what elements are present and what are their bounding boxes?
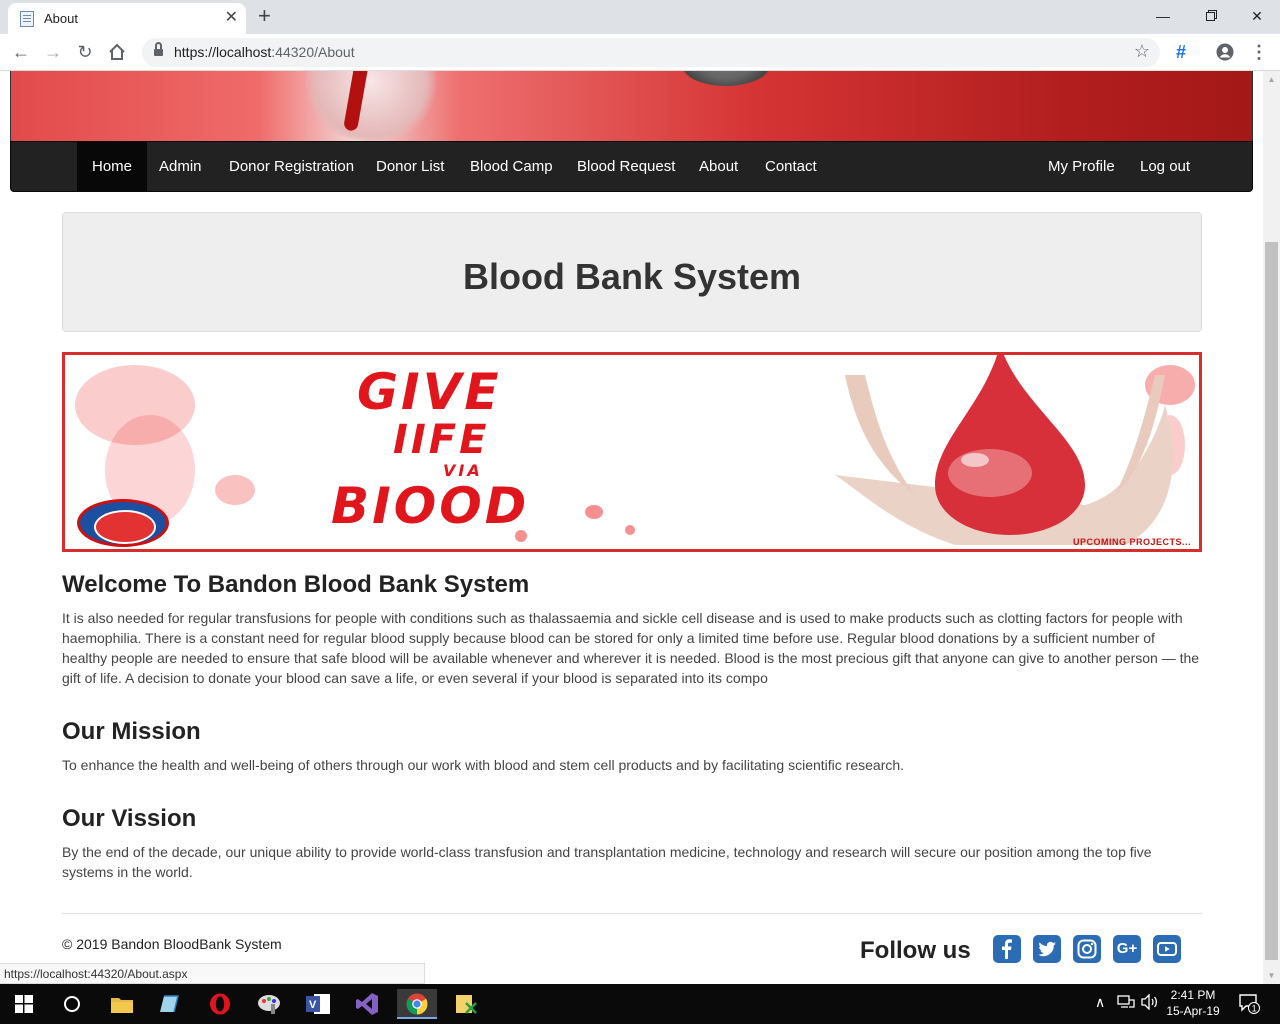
visual-studio-icon[interactable] (347, 989, 387, 1019)
browser-tabbar: About ✕ + — ✕ (0, 0, 1280, 34)
browser-tab[interactable]: About ✕ (8, 3, 246, 34)
notepad-app-icon[interactable] (151, 989, 191, 1019)
copyright-text: © 2019 Bandon BloodBank System (62, 936, 282, 952)
nav-my-profile[interactable]: My Profile (1033, 142, 1130, 191)
hero-hand-shape (301, 71, 441, 141)
visio-app-icon[interactable]: V (298, 989, 338, 1019)
chrome-browser-icon[interactable] (397, 989, 437, 1019)
scroll-thumb[interactable] (1265, 242, 1278, 960)
forward-icon[interactable]: → (42, 41, 64, 63)
main-navbar: Home Admin Donor Registration Donor List… (10, 141, 1253, 192)
close-window-icon[interactable]: ✕ (1234, 3, 1280, 29)
task-scheduler-icon[interactable] (446, 989, 486, 1019)
instagram-icon[interactable] (1073, 935, 1101, 963)
welcome-text: It is also needed for regular transfusio… (62, 610, 1200, 686)
bookmark-star-icon[interactable]: ☆ (1134, 41, 1150, 62)
welcome-heading: Welcome To Bandon Blood Bank System (62, 571, 530, 598)
show-hidden-icons-icon[interactable]: ∧ (1095, 994, 1105, 1011)
page-viewport: Home Admin Donor Registration Donor List… (0, 71, 1263, 984)
home-icon[interactable] (106, 41, 128, 63)
nav-about[interactable]: About (684, 142, 753, 191)
windows-taskbar: V ∧ 2:41 PM 15-Apr-19 1 (0, 984, 1280, 1024)
mission-heading: Our Mission (62, 718, 201, 745)
vision-heading: Our Vission (62, 805, 197, 832)
close-tab-icon[interactable]: ✕ (225, 8, 238, 28)
page-scrollbar[interactable]: ▲ ▼ (1263, 71, 1280, 984)
nav-blood-request[interactable]: Blood Request (562, 142, 690, 191)
jumbotron: Blood Bank System (62, 212, 1202, 332)
network-icon[interactable] (1117, 994, 1135, 1013)
windows-start-icon[interactable] (4, 989, 44, 1019)
opera-browser-icon[interactable] (200, 989, 240, 1019)
notification-count: 1 (1252, 1004, 1257, 1014)
extension-icon[interactable]: # (1170, 41, 1192, 63)
nav-log-out[interactable]: Log out (1125, 142, 1205, 191)
nav-admin[interactable]: Admin (144, 142, 217, 191)
banner-text-life: IIFE (393, 417, 490, 463)
address-toolbar: ← → ↻ https://localhost:44320/About ☆ # … (0, 34, 1280, 71)
trust-emblem-logo (77, 499, 169, 547)
paint-app-icon[interactable] (249, 989, 289, 1019)
vision-text: By the end of the decade, our unique abi… (62, 844, 1152, 880)
page-favicon-icon (20, 11, 34, 27)
mission-text: To enhance the health and well-being of … (62, 757, 905, 773)
vision-section: Our Vission By the end of the decade, ou… (62, 805, 1202, 882)
header-hero-image (10, 71, 1253, 141)
minimize-icon[interactable]: — (1140, 3, 1186, 29)
menu-kebab-icon[interactable]: ⋮ (1248, 41, 1270, 63)
welcome-section: Welcome To Bandon Blood Bank System It i… (62, 571, 1202, 688)
action-center-icon[interactable]: 1 (1238, 992, 1260, 1017)
nav-home[interactable]: Home (77, 142, 148, 191)
lock-icon (154, 42, 163, 57)
url-text[interactable]: https://localhost:44320/About (174, 44, 355, 60)
svg-text:V: V (309, 999, 317, 1011)
follow-us-label: Follow us (860, 937, 971, 964)
facebook-icon[interactable] (993, 935, 1021, 963)
file-explorer-icon[interactable] (102, 989, 142, 1019)
banner-text-blood: BIOOD (331, 477, 530, 535)
nav-donor-registration[interactable]: Donor Registration (214, 142, 369, 191)
give-life-banner: GIVE IIFE VIA BIOOD UPCOMING PROJECTS... (62, 352, 1202, 552)
nav-donor-list[interactable]: Donor List (361, 142, 459, 191)
status-bar-url: https://localhost:44320/About.aspx (0, 963, 425, 984)
search-cortana-icon[interactable] (52, 989, 92, 1019)
tab-title: About (44, 11, 78, 26)
google-plus-icon[interactable]: G+ (1113, 935, 1141, 963)
nav-blood-camp[interactable]: Blood Camp (455, 142, 568, 191)
youtube-icon[interactable] (1153, 935, 1181, 963)
account-icon[interactable] (1214, 41, 1236, 63)
page-title: Blood Bank System (462, 256, 802, 297)
hero-device-shape (671, 71, 781, 86)
footer-divider (62, 913, 1202, 914)
volume-icon[interactable] (1141, 993, 1159, 1013)
taskbar-clock[interactable]: 2:41 PM 15-Apr-19 (1158, 987, 1228, 1019)
restore-icon[interactable] (1188, 3, 1234, 29)
hands-blood-drop-image (835, 355, 1173, 545)
clock-date: 15-Apr-19 (1166, 1004, 1220, 1018)
url-bar[interactable]: https://localhost:44320/About ☆ (142, 38, 1160, 67)
banner-footer-text: UPCOMING PROJECTS... (1072, 537, 1191, 547)
clock-time: 2:41 PM (1170, 988, 1216, 1002)
banner-text-give: GIVE (357, 363, 502, 421)
scroll-up-icon[interactable]: ▲ (1263, 71, 1280, 88)
nav-contact[interactable]: Contact (750, 142, 832, 191)
twitter-icon[interactable] (1033, 935, 1061, 963)
scroll-down-icon[interactable]: ▼ (1263, 967, 1280, 984)
mission-section: Our Mission To enhance the health and we… (62, 718, 1202, 775)
reload-icon[interactable]: ↻ (74, 41, 96, 63)
back-icon[interactable]: ← (10, 41, 32, 63)
new-tab-icon[interactable]: + (258, 4, 271, 28)
